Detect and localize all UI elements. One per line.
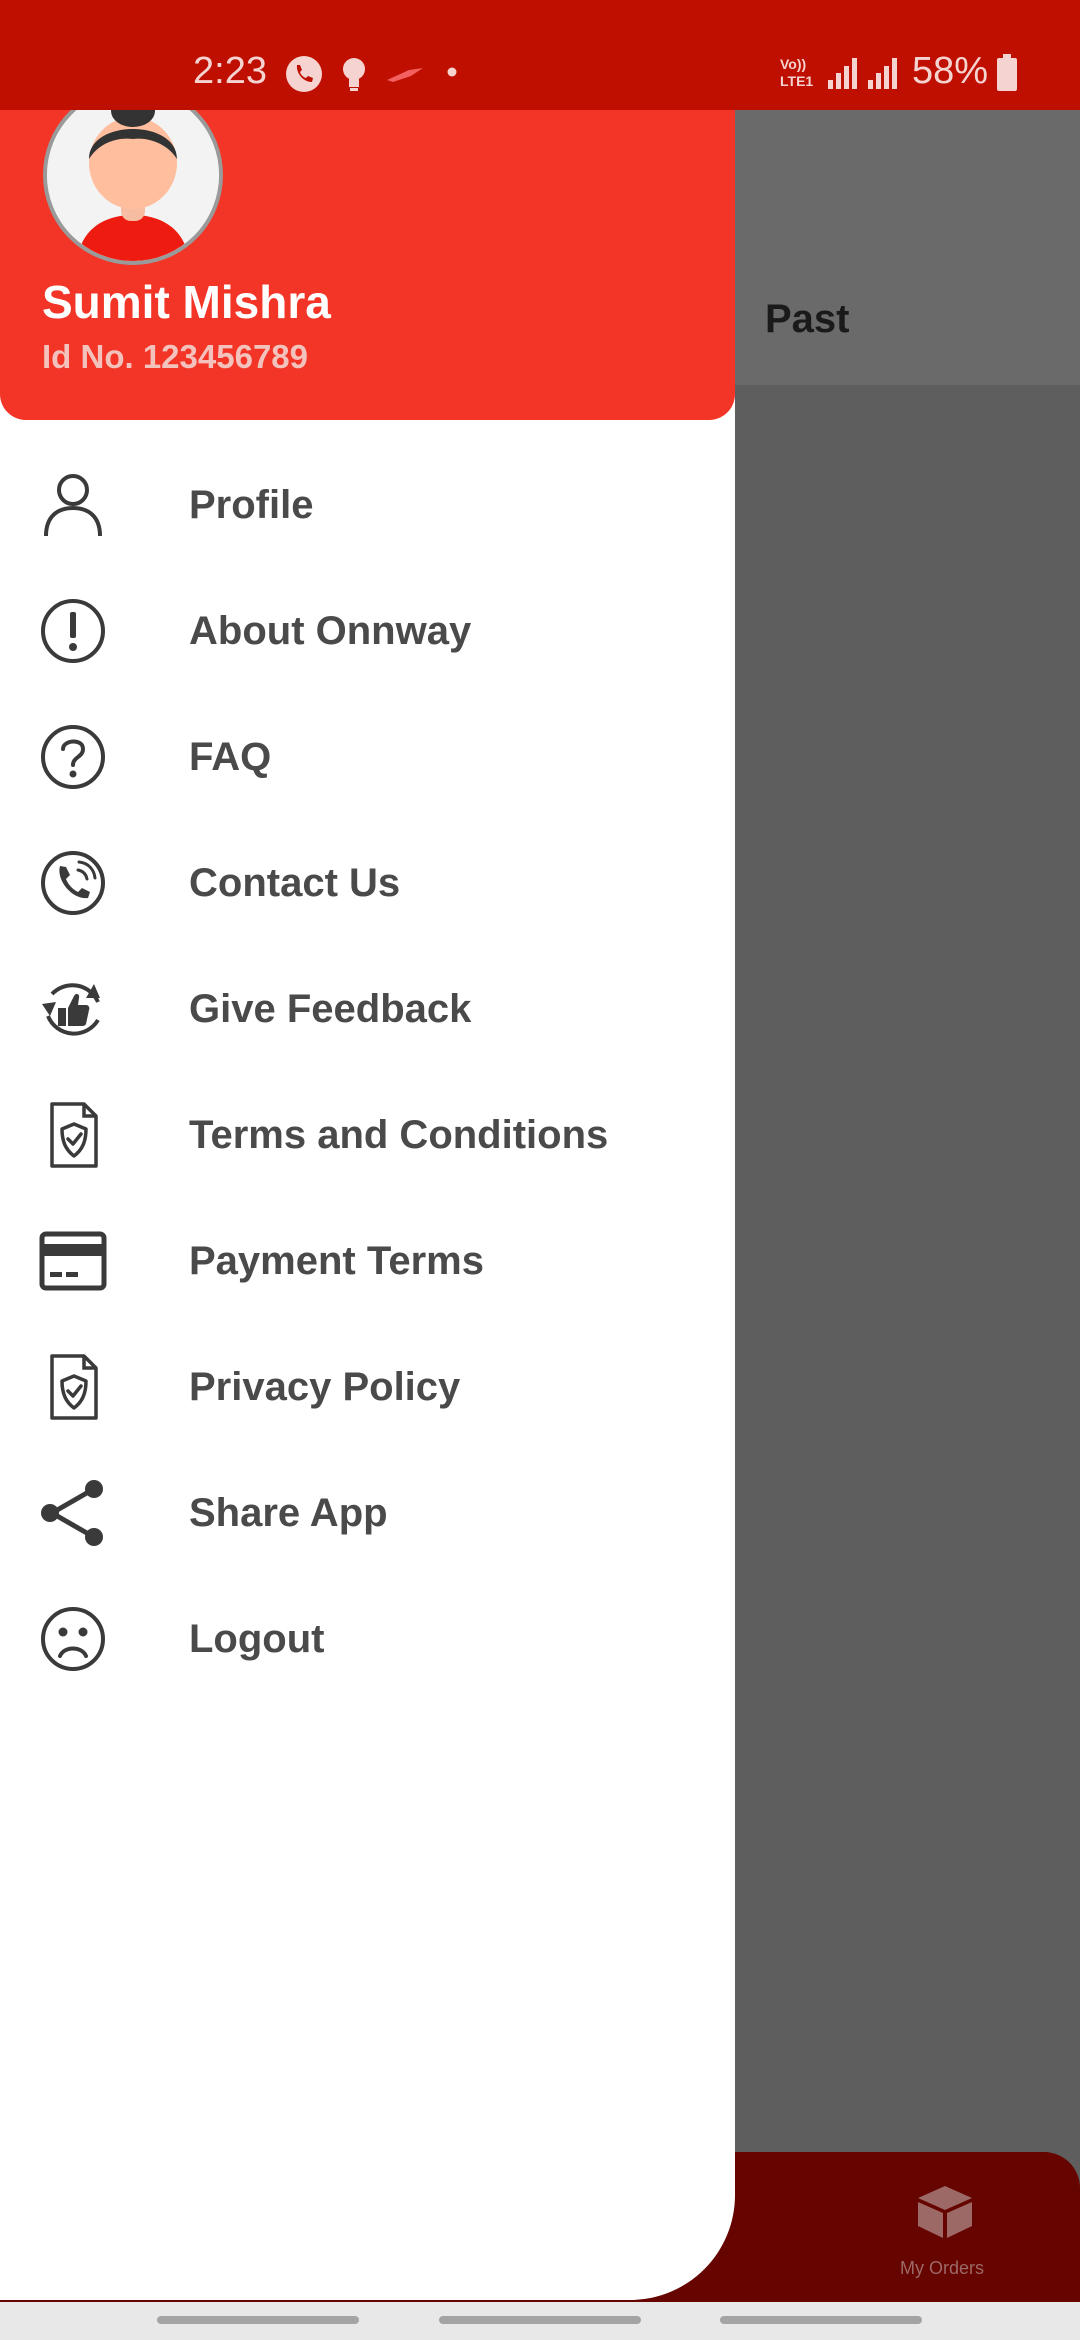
battery-icon bbox=[997, 54, 1017, 91]
thumbs-up-feedback-icon bbox=[42, 983, 100, 1036]
person-icon bbox=[44, 474, 102, 537]
menu-item-privacy-policy[interactable]: Privacy Policy bbox=[0, 1332, 735, 1442]
volte-indicator: Vo)) LTE1 bbox=[780, 56, 814, 89]
nav-home-button[interactable] bbox=[439, 2316, 641, 2324]
tab-past[interactable]: Past bbox=[765, 297, 850, 342]
phone-icon bbox=[41, 851, 105, 915]
menu-item-profile[interactable]: Profile bbox=[0, 450, 735, 560]
document-shield-icon bbox=[50, 1354, 98, 1420]
menu-item-share-app[interactable]: Share App bbox=[0, 1458, 735, 1568]
menu-item-label: FAQ bbox=[189, 734, 272, 779]
battery-percent: 58% bbox=[912, 50, 989, 92]
menu-item-label: Logout bbox=[189, 1616, 325, 1661]
menu-item-about-onnway[interactable]: About Onnway bbox=[0, 576, 735, 686]
share-icon bbox=[41, 1480, 103, 1546]
avatar[interactable] bbox=[43, 110, 223, 265]
navigation-drawer: Sumit Mishra Id No. 123456789 Profile Ab… bbox=[0, 110, 735, 2300]
app-notification-icon bbox=[387, 68, 423, 82]
nav-recent-apps-button[interactable] bbox=[157, 2316, 359, 2324]
document-shield-icon bbox=[50, 1102, 98, 1168]
more-notifications-dot-icon bbox=[447, 67, 457, 77]
menu-item-label: Share App bbox=[189, 1490, 388, 1535]
avatar-person-icon bbox=[47, 110, 219, 261]
info-exclamation-icon bbox=[41, 599, 105, 663]
menu-item-terms-and-conditions[interactable]: Terms and Conditions bbox=[0, 1080, 735, 1190]
signal-icon bbox=[828, 58, 857, 89]
bottom-nav-my-orders[interactable]: My Orders bbox=[900, 2258, 1080, 2279]
credit-card-icon bbox=[39, 1231, 107, 1291]
menu-item-label: Contact Us bbox=[189, 860, 401, 905]
menu-item-give-feedback[interactable]: Give Feedback bbox=[0, 954, 735, 1064]
user-id: Id No. 123456789 bbox=[42, 338, 308, 375]
drawer-header: Sumit Mishra Id No. 123456789 bbox=[0, 110, 735, 420]
menu-item-label: About Onnway bbox=[189, 608, 472, 653]
menu-item-logout[interactable]: Logout bbox=[0, 1584, 735, 1694]
status-time: 2:23 bbox=[193, 50, 267, 92]
user-name: Sumit Mishra bbox=[42, 276, 331, 328]
signal-icon-2 bbox=[868, 58, 897, 89]
menu-item-contact-us[interactable]: Contact Us bbox=[0, 828, 735, 938]
menu-item-faq[interactable]: FAQ bbox=[0, 702, 735, 812]
menu-item-label: Give Feedback bbox=[189, 986, 472, 1031]
system-navigation-bar bbox=[0, 2302, 1080, 2340]
menu-item-label: Terms and Conditions bbox=[189, 1112, 609, 1157]
box-icon bbox=[918, 2186, 972, 2238]
menu-item-label: Payment Terms bbox=[189, 1238, 484, 1283]
call-icon bbox=[286, 56, 322, 92]
status-bar: 2:23 Vo)) LTE1 58% bbox=[0, 0, 1080, 110]
nav-back-button[interactable] bbox=[720, 2316, 922, 2324]
bulb-icon bbox=[343, 58, 365, 91]
question-icon bbox=[41, 725, 105, 789]
menu-item-label: Privacy Policy bbox=[189, 1364, 461, 1409]
menu-item-label: Profile bbox=[189, 482, 314, 527]
menu-item-payment-terms[interactable]: Payment Terms bbox=[0, 1206, 735, 1316]
sad-face-icon bbox=[41, 1607, 105, 1671]
